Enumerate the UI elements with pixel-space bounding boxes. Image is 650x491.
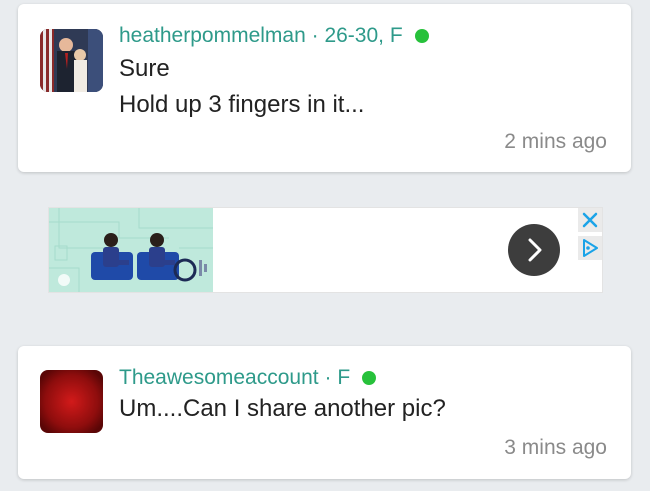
ad-image[interactable] xyxy=(49,208,213,292)
message-text: Sure xyxy=(119,55,170,82)
close-icon xyxy=(582,212,598,228)
age-sex-label: F xyxy=(337,366,351,389)
message-text: Hold up 3 fingers in it... xyxy=(119,91,365,118)
online-status-icon xyxy=(414,29,429,43)
ad-illustration xyxy=(49,208,213,292)
avatar[interactable] xyxy=(40,29,103,92)
avatar[interactable] xyxy=(40,370,103,433)
avatar-photo xyxy=(40,29,103,92)
avatar-photo xyxy=(40,370,103,433)
message-meta: Theawesomeaccount · F xyxy=(119,365,376,391)
ad-close-button[interactable] xyxy=(578,208,602,232)
ad-choices-button[interactable] xyxy=(578,236,602,260)
age-sex-label: 26-30, F xyxy=(324,24,403,47)
message-text: Um....Can I share another pic? xyxy=(119,395,446,422)
meta-separator: · xyxy=(324,366,332,389)
message-card: heatherpommelman · 26-30, F Sure Hold up… xyxy=(18,4,631,172)
message-card: Theawesomeaccount · F Um....Can I share … xyxy=(18,346,631,479)
chevron-right-icon xyxy=(528,238,542,262)
username-link[interactable]: Theawesomeaccount xyxy=(119,366,319,389)
adchoices-icon xyxy=(583,239,598,257)
message-timestamp: 2 mins ago xyxy=(504,130,607,153)
advertisement-banner[interactable] xyxy=(48,207,603,293)
meta-separator: · xyxy=(311,24,319,47)
online-status-icon xyxy=(361,371,376,385)
ad-next-button[interactable] xyxy=(508,224,560,276)
username-link[interactable]: heatherpommelman xyxy=(119,24,306,47)
message-meta: heatherpommelman · 26-30, F xyxy=(119,23,429,49)
message-timestamp: 3 mins ago xyxy=(504,436,607,459)
